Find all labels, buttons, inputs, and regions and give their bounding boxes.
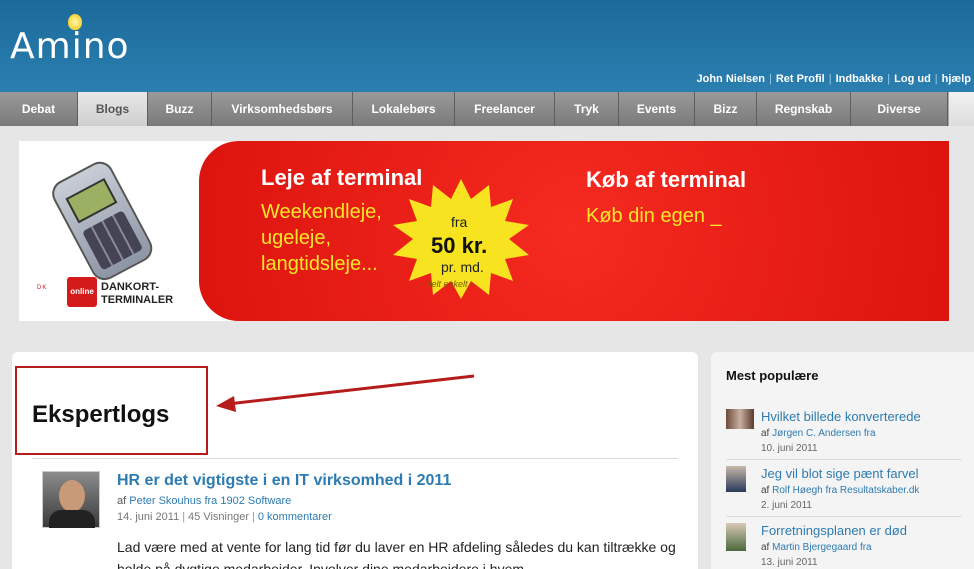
tab-buzz[interactable]: Buzz [148,92,212,126]
post-title-link[interactable]: HR er det vigtigste i en IT virksomhed i… [117,472,451,490]
lightbulb-icon [68,14,82,30]
price-unit: pr. md. [441,259,484,275]
avatar-shirt [49,510,95,528]
price-from: fra [451,214,468,230]
banner-left-panel: DK online DANKORT- TERMINALER [19,141,219,321]
main-nav: Debat Blogs Buzz Virksomhedsbørs Lokaleb… [0,92,974,126]
separator: | [768,73,772,85]
banner-red-panel: Leje af terminal Weekendleje, ugeleje, l… [199,141,949,321]
popular-title-link[interactable]: Jeg vil blot sige pænt farvel [761,466,919,481]
separator: | [887,73,891,85]
price-note: - helt enkelt - [421,279,474,289]
logout-link[interactable]: Log ud [894,73,931,85]
tab-virksomhedsbors[interactable]: Virksomhedsbørs [212,92,353,126]
brand-line-2: TERMINALER [101,294,174,306]
site-header: Amino John Nielsen | Ret Profil | Indbakke | L… [0,0,974,92]
tab-debat[interactable]: Debat [0,92,78,126]
sidebar-title: Mest populære [726,368,819,383]
tab-bizz[interactable]: Bizz [695,92,757,126]
popular-title-link[interactable]: Hvilket billede konverterede [761,409,921,424]
buy-line: Køb din egen _ [586,205,722,227]
tab-diverse[interactable]: Diverse [851,92,948,126]
tab-tryk[interactable]: Tryk [555,92,619,126]
popular-item: Jeg vil blot sige pænt farvel af Rolf Hø… [726,466,974,522]
separator: | [252,511,255,523]
popular-thumbnail[interactable] [726,409,754,429]
user-nav: John Nielsen | Ret Profil | Indbakke | Log ud |… [697,73,972,85]
rent-lines: Weekendleje, ugeleje, langtidsleje... [261,199,382,277]
rent-line-3: langtidsleje... [261,253,378,275]
popular-title-link[interactable]: Forretningsplanen er død [761,523,907,538]
divider [32,458,678,459]
post-date: 14. juni 2011 [117,511,180,523]
buy-heading: Køb af terminal [586,167,747,192]
popular-thumbnail[interactable] [726,466,746,492]
popular-author-line: af Rolf Høegh fra Resultatskaber.dk [761,485,919,496]
site-logo[interactable]: Amino [10,26,130,67]
post-views: 45 Visninger [188,511,249,523]
post-author-link[interactable]: Peter Skouhus fra 1902 Software [129,495,291,507]
tab-lokalebors[interactable]: Lokalebørs [353,92,455,126]
brand-text: DANKORT- TERMINALER [101,281,173,307]
tab-blogs[interactable]: Blogs [78,92,148,126]
by-prefix: af [761,542,770,553]
dankort-logo: DK online [37,277,97,307]
by-prefix: af [117,495,127,507]
divider [726,459,962,460]
ad-banner[interactable]: DK online DANKORT- TERMINALER Leje af te… [19,141,949,321]
popular-date: 10. juni 2011 [761,443,818,454]
brand-line-1: DANKORT- [101,281,160,293]
tab-events[interactable]: Events [619,92,695,126]
inbox-link[interactable]: Indbakke [836,73,884,85]
popular-author-link[interactable]: Jørgen C. Andersen fra [772,428,875,439]
edit-profile-link[interactable]: Ret Profil [776,73,825,85]
popular-date: 2. juni 2011 [761,500,812,511]
price-value: 50 kr. [431,233,488,258]
card-terminal-image [30,146,179,295]
popular-date: 13. juni 2011 [761,557,818,568]
popular-author-link[interactable]: Rolf Høegh fra Resultatskaber.dk [772,485,919,496]
online-box: online [67,277,97,307]
page-title: Ekspertlogs [32,401,170,428]
annotation-arrow [216,374,475,412]
avatar-face [59,480,85,512]
popular-author-line: af Martin Bjergegaard fra [761,542,872,553]
popular-author-line: af Jørgen C. Andersen fra [761,428,876,439]
tab-freelancer[interactable]: Freelancer [455,92,555,126]
popular-author-link[interactable]: Martin Bjergegaard fra [772,542,872,553]
help-link[interactable]: hjælp [942,73,971,85]
popular-item: Forretningsplanen er død af Martin Bjerg… [726,523,974,569]
separator: | [828,73,832,85]
by-prefix: af [761,485,770,496]
post-info-line: 14. juni 2011 | 45 Visninger | 0 kommentarer [117,511,332,523]
popular-thumbnail[interactable] [726,523,746,551]
post-author-line: af Peter Skouhus fra 1902 Software [117,495,291,507]
separator: | [934,73,938,85]
separator: | [182,511,186,523]
post-comments-link[interactable]: 0 kommentarer [258,511,332,523]
popular-item: Hvilket billede konverterede af Jørgen C… [726,409,974,465]
user-name-link[interactable]: John Nielsen [697,73,765,85]
divider [726,516,962,517]
post-excerpt: Lad være med at vente for lang tid før d… [117,539,676,569]
rent-line-1: Weekendleje, [261,201,382,223]
tab-regnskab[interactable]: Regnskab [757,92,851,126]
dk-dots: DK [37,285,48,291]
nav-end-cap [948,92,974,126]
rent-line-2: ugeleje, [261,227,332,249]
by-prefix: af [761,428,770,439]
author-avatar[interactable] [42,471,100,528]
